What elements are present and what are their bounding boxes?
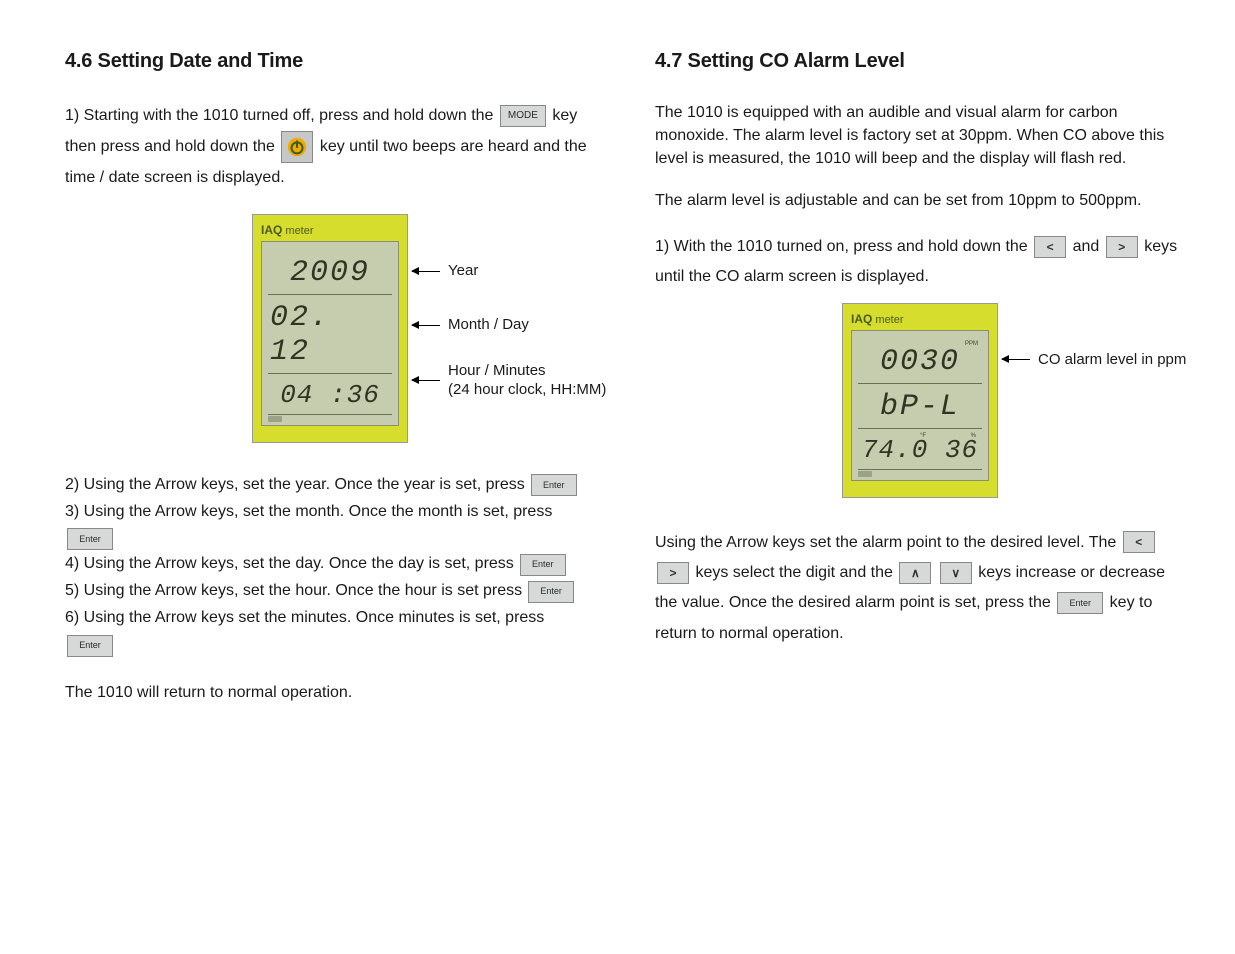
iaq-meter: IAQ meter PPM 0030 bP-L °F % 74.0 36 bbox=[842, 303, 998, 498]
step-3: 3) Using the Arrow keys, set the month. … bbox=[65, 500, 595, 551]
meter-title: IAQ meter bbox=[851, 312, 989, 326]
co-para-1: The 1010 is equipped with an audible and… bbox=[655, 101, 1185, 171]
step-1-date: 1) Starting with the 1010 turned off, pr… bbox=[65, 101, 595, 194]
step-2: 2) Using the Arrow keys, set the year. O… bbox=[65, 473, 595, 498]
ppm-label: PPM bbox=[965, 341, 978, 347]
callout-year: Year bbox=[412, 262, 478, 281]
lcd-co-level: 0030 bbox=[880, 345, 960, 379]
right-arrow-key-icon: > bbox=[657, 562, 689, 584]
degf-label: °F bbox=[920, 433, 926, 439]
callout-month-day: Month / Day bbox=[412, 316, 529, 335]
lcd-month-day: 02. 12 bbox=[270, 301, 390, 369]
mode-key-icon: MODE bbox=[500, 105, 546, 127]
enter-key-icon: Enter bbox=[67, 528, 113, 550]
date-meter-figure: IAQ meter 2009 02. 12 04 :36 Year Month … bbox=[65, 214, 595, 443]
co-step-1: 1) With the 1010 turned on, press and ho… bbox=[655, 232, 1185, 293]
lcd-temp-hum: 74.0 36 bbox=[862, 435, 978, 465]
usb-indicator-icon bbox=[268, 416, 282, 422]
callout-hour-min: Hour / Minutes (24 hour clock, HH:MM) bbox=[412, 362, 606, 400]
usb-indicator-icon bbox=[858, 471, 872, 477]
down-arrow-key-icon: ∨ bbox=[940, 562, 972, 584]
meter-title: IAQ meter bbox=[261, 223, 399, 237]
heading-4-7: 4.7 Setting CO Alarm Level bbox=[655, 50, 1185, 73]
co-para-2: The alarm level is adjustable and can be… bbox=[655, 189, 1185, 212]
enter-key-icon: Enter bbox=[520, 554, 566, 576]
lcd-year: 2009 bbox=[290, 256, 370, 290]
step-6: 6) Using the Arrow keys set the minutes.… bbox=[65, 606, 595, 657]
lcd-time: 04 :36 bbox=[280, 380, 380, 410]
enter-key-icon: Enter bbox=[67, 635, 113, 657]
lcd-screen: PPM 0030 bP-L °F % 74.0 36 bbox=[851, 330, 989, 481]
pct-label: % bbox=[971, 433, 976, 439]
step-4: 4) Using the Arrow keys, set the day. On… bbox=[65, 552, 595, 577]
step-5: 5) Using the Arrow keys, set the hour. O… bbox=[65, 579, 595, 604]
section-co-alarm: 4.7 Setting CO Alarm Level The 1010 is e… bbox=[655, 40, 1185, 914]
co-para-3: Using the Arrow keys set the alarm point… bbox=[655, 528, 1185, 650]
up-arrow-key-icon: ∧ bbox=[899, 562, 931, 584]
co-meter-figure: IAQ meter PPM 0030 bP-L °F % 74.0 36 bbox=[655, 303, 1185, 498]
callout-co-level: CO alarm level in ppm bbox=[1002, 351, 1186, 370]
enter-key-icon: Enter bbox=[531, 474, 577, 496]
power-key-icon bbox=[281, 131, 313, 163]
date-footer: The 1010 will return to normal operation… bbox=[65, 681, 595, 704]
date-steps: 2) Using the Arrow keys, set the year. O… bbox=[65, 473, 595, 657]
enter-key-icon: Enter bbox=[1057, 592, 1103, 614]
iaq-meter: IAQ meter 2009 02. 12 04 :36 bbox=[252, 214, 408, 443]
left-arrow-key-icon: < bbox=[1034, 236, 1066, 258]
heading-4-6: 4.6 Setting Date and Time bbox=[65, 50, 595, 73]
lcd-bp-l: bP-L bbox=[880, 390, 960, 424]
right-arrow-key-icon: > bbox=[1106, 236, 1138, 258]
lcd-screen: 2009 02. 12 04 :36 bbox=[261, 241, 399, 426]
left-arrow-key-icon: < bbox=[1123, 531, 1155, 553]
enter-key-icon: Enter bbox=[528, 581, 574, 603]
section-date-time: 4.6 Setting Date and Time 1) Starting wi… bbox=[65, 40, 595, 914]
